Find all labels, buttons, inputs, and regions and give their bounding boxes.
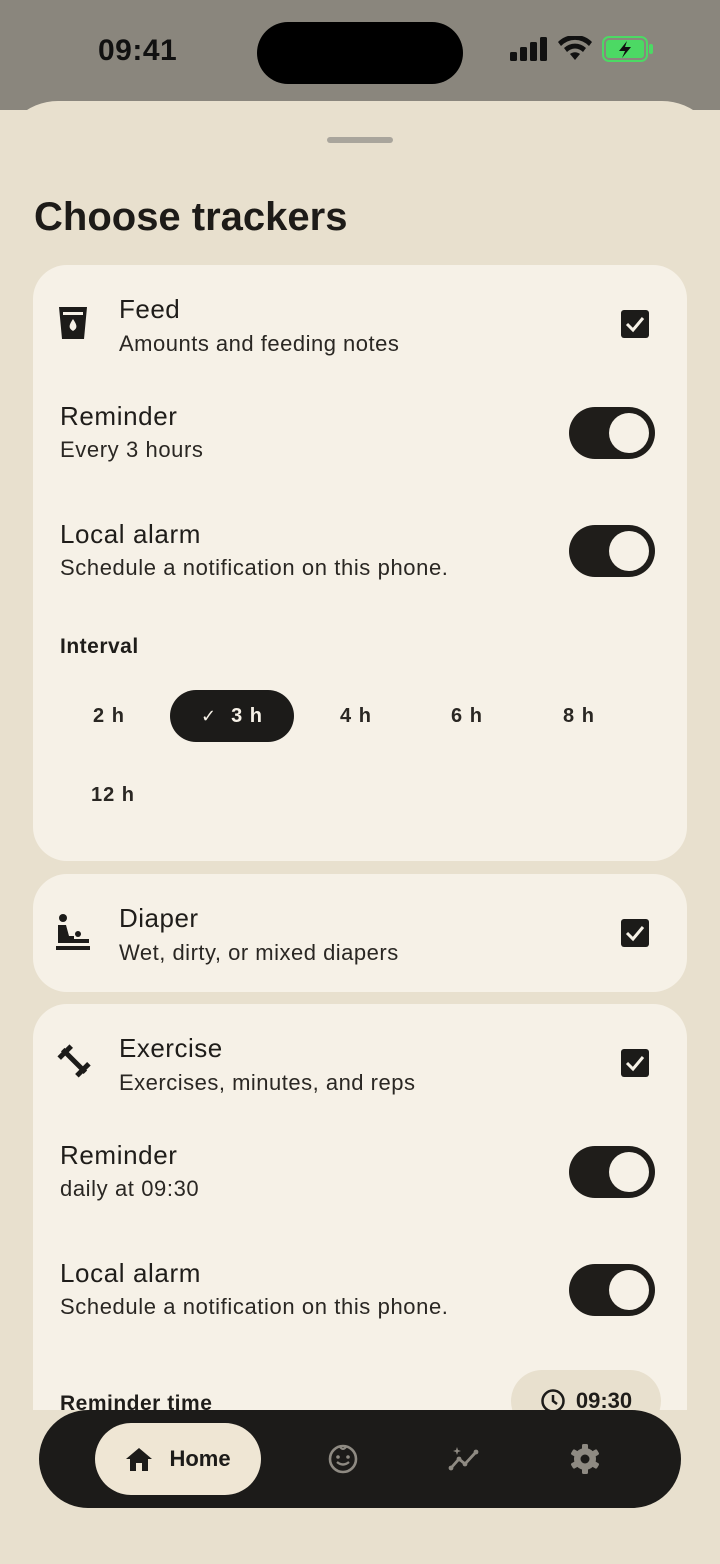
toggle-knob: [609, 1152, 649, 1192]
feed-tracker-row[interactable]: Feed Amounts and feeding notes: [33, 265, 687, 383]
reminder-time-button[interactable]: 09:30: [511, 1370, 661, 1410]
feed-reminder-subtitle: Every 3 hours: [60, 437, 204, 462]
bottom-nav-bar: Home: [39, 1410, 681, 1508]
chip-label: 4 h: [340, 704, 372, 727]
interval-chip-8h[interactable]: 8 h: [539, 690, 619, 742]
dynamic-island: [257, 22, 463, 84]
interval-chip-4h[interactable]: 4 h: [316, 690, 396, 742]
baby-changing-icon: [56, 914, 90, 950]
feed-local-alarm-row[interactable]: Local alarm Schedule a notification on t…: [33, 501, 687, 611]
bottom-sheet: Choose trackers Feed Amounts and feeding…: [0, 101, 720, 1564]
toggle-knob: [609, 531, 649, 571]
dumbbell-icon: [57, 1044, 91, 1078]
nav-home-label: Home: [169, 1446, 231, 1471]
exercise-local-alarm-subtitle: Schedule a notification on this phone.: [60, 1294, 449, 1319]
feed-local-alarm-toggle[interactable]: [569, 525, 655, 577]
interval-label: Interval: [60, 635, 139, 658]
exercise-checkbox[interactable]: [621, 1049, 649, 1077]
wifi-icon: [558, 36, 592, 60]
reminder-time-value: 09:30: [575, 1388, 633, 1410]
diaper-subtitle: Wet, dirty, or mixed diapers: [119, 940, 399, 965]
diaper-checkbox[interactable]: [621, 919, 649, 947]
checkmark-icon: [625, 317, 645, 333]
status-icons: [510, 36, 654, 62]
chip-label: 8 h: [563, 704, 595, 727]
feed-checkbox[interactable]: [621, 310, 649, 338]
feed-title: Feed: [119, 294, 181, 324]
home-icon: [126, 1448, 153, 1471]
chip-label: 6 h: [451, 704, 483, 727]
toggle-knob: [609, 1270, 649, 1310]
interval-chip-12h[interactable]: 12 h: [69, 769, 157, 821]
chip-label: 2 h: [93, 704, 125, 727]
reminder-time-label: Reminder time: [60, 1392, 213, 1410]
interval-chip-2h[interactable]: 2 h: [69, 690, 149, 742]
feed-reminder-title: Reminder: [60, 401, 178, 431]
clock-icon: [541, 1389, 565, 1410]
diaper-tracker-row[interactable]: Diaper Wet, dirty, or mixed diapers: [33, 874, 687, 992]
checkmark-icon: [625, 926, 645, 942]
nav-home-button[interactable]: Home: [95, 1423, 261, 1495]
battery-charging-icon: [602, 36, 653, 62]
exercise-reminder-toggle[interactable]: [569, 1146, 655, 1198]
exercise-local-alarm-title: Local alarm: [60, 1258, 201, 1288]
chip-label: 12 h: [90, 783, 136, 806]
settings-gear-icon: [571, 1444, 599, 1474]
insights-icon: [448, 1447, 479, 1471]
exercise-title: Exercise: [119, 1033, 223, 1063]
baby-face-icon: [328, 1444, 358, 1474]
exercise-local-alarm-toggle[interactable]: [569, 1264, 655, 1316]
cup-icon: [59, 307, 87, 339]
toggle-knob: [609, 413, 649, 453]
feed-tracker-card: Feed Amounts and feeding notes Reminder …: [33, 265, 687, 861]
exercise-tracker-card: Exercise Exercises, minutes, and reps Re…: [33, 1004, 687, 1410]
exercise-subtitle: Exercises, minutes, and reps: [119, 1070, 416, 1095]
feed-local-alarm-title: Local alarm: [60, 519, 201, 549]
cellular-signal-icon: [510, 37, 547, 61]
exercise-reminder-subtitle: daily at 09:30: [60, 1176, 200, 1201]
nav-baby-button[interactable]: [318, 1434, 368, 1484]
exercise-reminder-title: Reminder: [60, 1140, 178, 1170]
nav-settings-button[interactable]: [560, 1434, 610, 1484]
diaper-title: Diaper: [119, 903, 199, 933]
exercise-local-alarm-row[interactable]: Local alarm Schedule a notification on t…: [33, 1240, 687, 1350]
status-time: 09:41: [98, 34, 178, 67]
checkmark-icon: [625, 1056, 645, 1072]
diaper-tracker-card: Diaper Wet, dirty, or mixed diapers: [33, 874, 687, 992]
interval-chip-6h[interactable]: 6 h: [427, 690, 507, 742]
feed-reminder-toggle[interactable]: [569, 407, 655, 459]
status-bar: 09:41: [0, 0, 720, 110]
feed-reminder-row[interactable]: Reminder Every 3 hours: [33, 383, 687, 493]
sheet-title: Choose trackers: [34, 195, 348, 239]
chip-label: 3 h: [231, 704, 263, 727]
feed-subtitle: Amounts and feeding notes: [119, 331, 400, 356]
sheet-scroll-area[interactable]: Choose trackers Feed Amounts and feeding…: [0, 101, 720, 1410]
check-icon: ✓: [201, 705, 218, 726]
feed-local-alarm-subtitle: Schedule a notification on this phone.: [60, 555, 449, 580]
interval-chip-3h[interactable]: ✓ 3 h: [170, 690, 294, 742]
exercise-tracker-row[interactable]: Exercise Exercises, minutes, and reps: [33, 1004, 687, 1122]
sheet-drag-handle[interactable]: [327, 137, 393, 143]
exercise-reminder-row[interactable]: Reminder daily at 09:30: [33, 1122, 687, 1232]
nav-insights-button[interactable]: [439, 1434, 489, 1484]
